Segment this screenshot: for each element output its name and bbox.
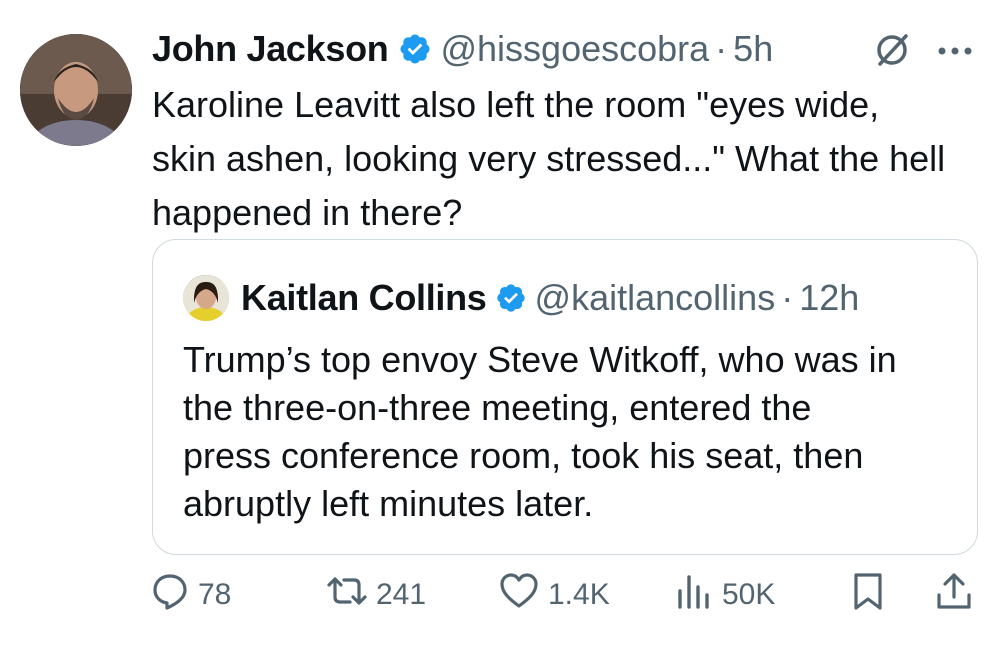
like-icon <box>498 571 540 619</box>
views-icon <box>674 571 714 619</box>
repost-count: 241 <box>376 578 427 611</box>
quoted-verified-badge-icon <box>495 282 527 314</box>
repost-button[interactable]: 241 <box>326 570 426 620</box>
action-bar: 78 241 1.4K 50K <box>0 570 1000 620</box>
views-button[interactable]: 50K <box>674 570 775 620</box>
bookmark-button[interactable] <box>848 570 888 620</box>
quoted-timestamp[interactable]: 12h <box>799 275 859 321</box>
repost-icon <box>326 571 368 619</box>
quoted-separator-dot: · <box>781 277 794 318</box>
more-icon[interactable] <box>936 44 974 56</box>
grok-icon[interactable] <box>872 30 912 70</box>
tweet: John Jackson @hissgoescobra · 5h Karolin… <box>0 0 1000 661</box>
share-icon <box>934 571 974 619</box>
verified-badge-icon <box>398 32 432 66</box>
separator-dot: · <box>715 28 728 69</box>
quoted-tweet-header: Kaitlan Collins @kaitlancollins · 12h <box>183 275 859 321</box>
author-name[interactable]: John Jackson <box>152 26 389 72</box>
reply-button[interactable]: 78 <box>150 570 231 620</box>
quoted-tweet-text: Trump’s top envoy Steve Witkoff, who was… <box>183 339 897 524</box>
quoted-tweet[interactable]: Kaitlan Collins @kaitlancollins · 12h Tr… <box>152 239 978 555</box>
tweet-header: John Jackson @hissgoescobra · 5h <box>152 26 773 72</box>
quoted-author-handle[interactable]: @kaitlancollins <box>535 275 776 321</box>
like-count: 1.4K <box>548 578 610 611</box>
quoted-author-name[interactable]: Kaitlan Collins <box>241 275 487 321</box>
author-avatar[interactable] <box>20 34 132 146</box>
bookmark-icon <box>848 571 888 619</box>
tweet-text: Karoline Leavitt also left the room "eye… <box>152 84 946 233</box>
views-count: 50K <box>722 578 776 611</box>
quoted-author-avatar <box>183 275 229 321</box>
author-handle[interactable]: @hissgoescobra <box>440 26 709 72</box>
share-button[interactable] <box>934 570 974 620</box>
reply-icon <box>150 571 190 619</box>
timestamp[interactable]: 5h <box>733 26 773 72</box>
like-button[interactable]: 1.4K <box>498 570 610 620</box>
reply-count: 78 <box>198 578 232 611</box>
